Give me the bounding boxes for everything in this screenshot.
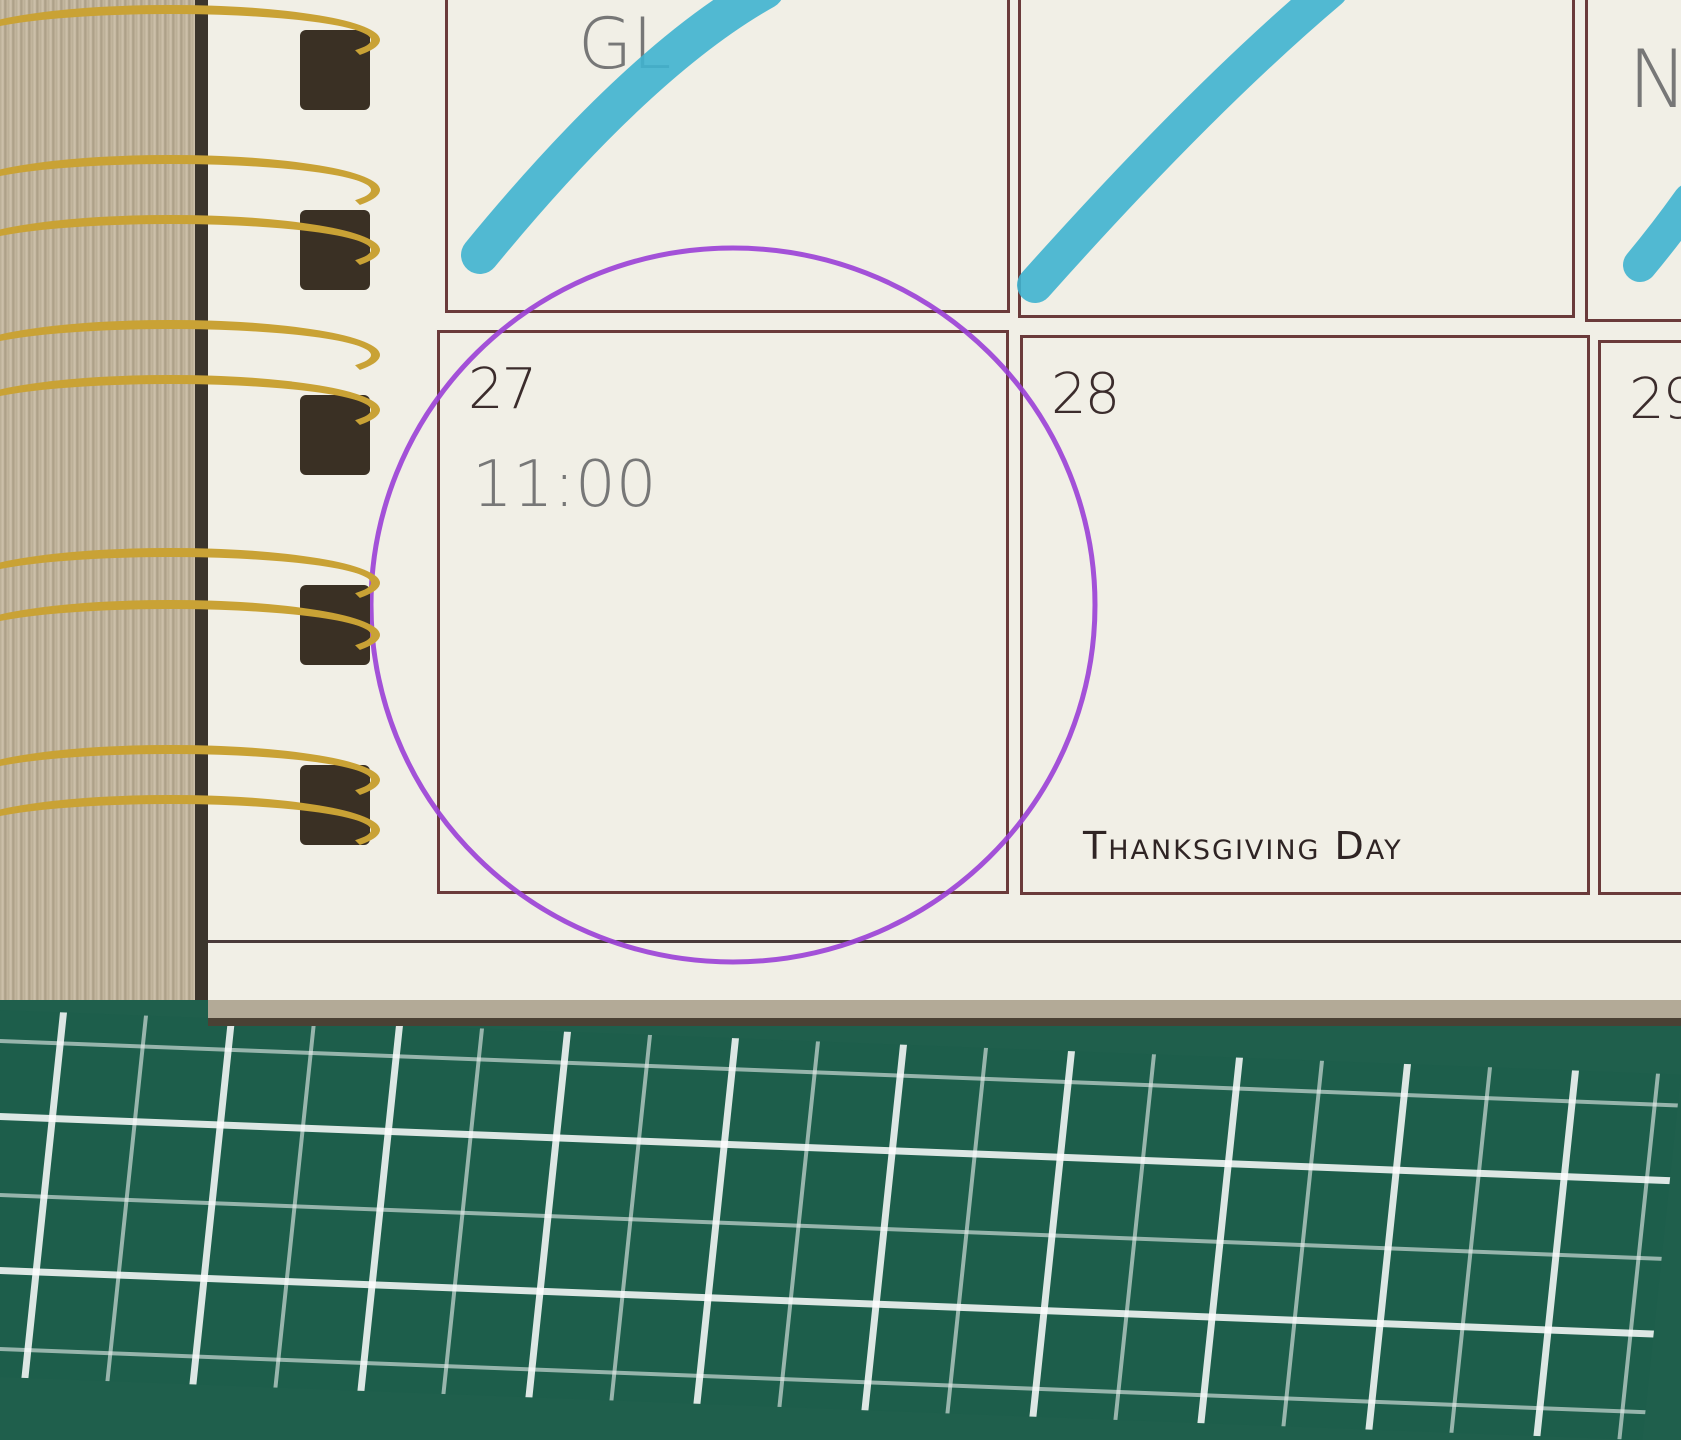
photo-scene: GL N 27 11:00 28 Thanksgiving Day 29 [0,0,1681,1440]
highlighter-stroke-2 [1017,0,1345,303]
highlighter-stroke-3 [1623,185,1681,282]
highlighter-stroke-1 [461,0,782,274]
purple-circle [368,245,1098,965]
